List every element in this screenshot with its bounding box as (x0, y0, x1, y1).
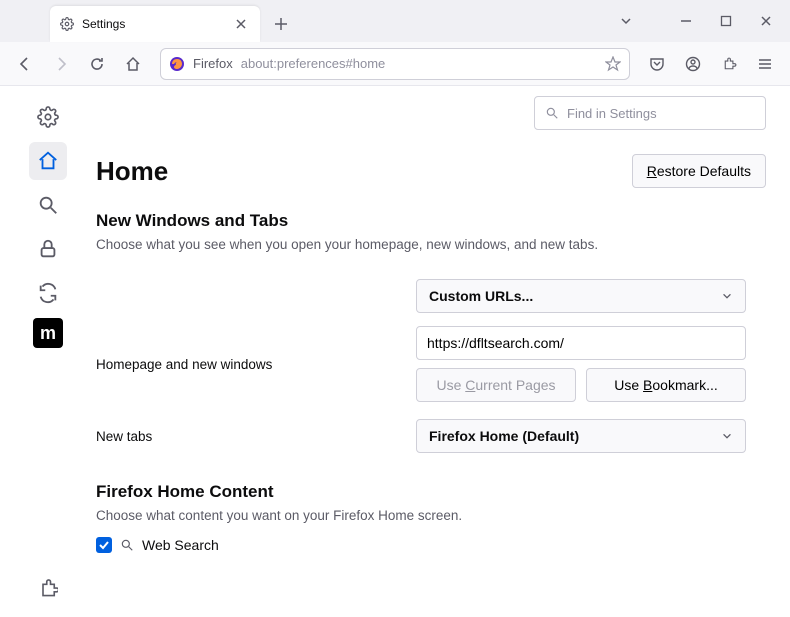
newtabs-label: New tabs (96, 429, 416, 444)
tabs-dropdown-icon[interactable] (606, 6, 646, 36)
find-placeholder: Find in Settings (567, 106, 657, 121)
back-button[interactable] (10, 49, 40, 79)
newtabs-select[interactable]: Firefox Home (Default) (416, 419, 746, 453)
bookmark-star-icon[interactable] (605, 56, 621, 72)
chevron-down-icon (721, 290, 733, 302)
firefox-logo-icon (169, 56, 185, 72)
titlebar: Settings (0, 0, 790, 42)
settings-page: m Find in Settings Restore Defaults Home… (0, 86, 790, 617)
homepage-label: Homepage and new windows (96, 357, 416, 372)
newtabs-value: Firefox Home (Default) (429, 428, 579, 444)
extensions-icon[interactable] (714, 49, 744, 79)
sidebar-mozilla-icon[interactable]: m (33, 318, 63, 348)
use-current-pages-button[interactable]: Use Current Pages (416, 368, 576, 402)
section-subtext-home-content: Choose what content you want on your Fir… (96, 508, 760, 523)
nav-toolbar: Firefox about:preferences#home (0, 42, 790, 86)
address-bar[interactable]: Firefox about:preferences#home (160, 48, 630, 80)
section-heading-windows-tabs: New Windows and Tabs (96, 211, 760, 231)
maximize-button[interactable] (706, 6, 746, 36)
section-subtext-windows-tabs: Choose what you see when you open your h… (96, 237, 760, 252)
tab-close-icon[interactable] (232, 15, 250, 33)
homepage-mode-value: Custom URLs... (429, 288, 533, 304)
sidebar-privacy-icon[interactable] (29, 230, 67, 268)
find-in-settings[interactable]: Find in Settings (534, 96, 766, 130)
browser-tab[interactable]: Settings (50, 6, 260, 42)
window-controls (606, 0, 786, 42)
save-pocket-icon[interactable] (642, 49, 672, 79)
restore-defaults-button[interactable]: Restore Defaults (632, 154, 766, 188)
account-icon[interactable] (678, 49, 708, 79)
gear-icon (60, 17, 74, 31)
sidebar-sync-icon[interactable] (29, 274, 67, 312)
section-heading-home-content: Firefox Home Content (96, 482, 760, 502)
home-button[interactable] (118, 49, 148, 79)
search-icon (545, 106, 559, 120)
search-icon (120, 538, 134, 552)
minimize-button[interactable] (666, 6, 706, 36)
chevron-down-icon (721, 430, 733, 442)
restore-label-rest: estore Defaults (657, 163, 751, 179)
websearch-checkbox[interactable] (96, 537, 112, 553)
homepage-url-input[interactable] (416, 326, 746, 360)
identity-label: Firefox (193, 56, 233, 71)
url-text: about:preferences#home (241, 56, 597, 71)
settings-content: Find in Settings Restore Defaults Home N… (96, 86, 790, 617)
close-button[interactable] (746, 6, 786, 36)
tab-title: Settings (82, 17, 224, 31)
settings-sidebar: m (0, 86, 96, 617)
sidebar-home-icon[interactable] (29, 142, 67, 180)
new-tab-button[interactable] (266, 9, 296, 39)
websearch-label: Web Search (142, 537, 219, 553)
sidebar-search-icon[interactable] (29, 186, 67, 224)
forward-button[interactable] (46, 49, 76, 79)
reload-button[interactable] (82, 49, 112, 79)
app-menu-icon[interactable] (750, 49, 780, 79)
use-bookmark-button[interactable]: Use Bookmark... (586, 368, 746, 402)
sidebar-extensions-icon[interactable] (29, 569, 67, 607)
sidebar-general-icon[interactable] (29, 98, 67, 136)
homepage-mode-select[interactable]: Custom URLs... (416, 279, 746, 313)
